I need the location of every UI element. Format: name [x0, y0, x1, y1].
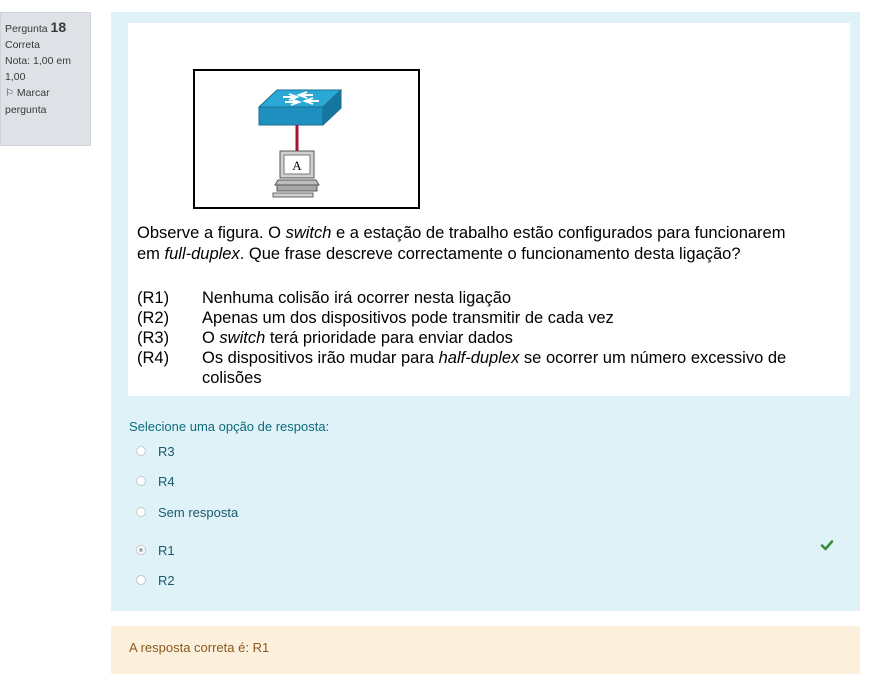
option-code: (R4) [137, 349, 170, 367]
answer-label: Sem resposta [158, 504, 239, 520]
correct-answer-feedback: A resposta correta é: R1 [111, 626, 860, 674]
flag-question-link[interactable]: ⚐ Marcar pergunta [5, 85, 86, 118]
answer-option-r1[interactable]: R1 [136, 540, 736, 560]
answer-option-r2[interactable]: R2 [136, 570, 736, 590]
flag-icon: ⚐ [5, 88, 14, 99]
question-label: Pergunta [5, 23, 48, 35]
option-code: (R3) [137, 329, 170, 347]
question-number: Pergunta 18 [5, 19, 86, 37]
workstation-icon: A [272, 150, 320, 198]
question-text-box: A Observe a figura. O switch e a estação… [128, 23, 850, 396]
option-text: O switch terá prioridade para enviar dad… [202, 329, 513, 347]
question-info-panel: Pergunta 18 Correta Nota: 1,00 em 1,00 ⚐… [0, 12, 91, 146]
network-figure: A [193, 69, 420, 209]
option-r4: (R4) Os dispositivos irão mudar para hal… [137, 348, 849, 388]
option-code: (R2) [137, 309, 170, 327]
option-text: Os dispositivos irão mudar para half-dup… [202, 349, 787, 387]
option-list: (R1) Nenhuma colisão irá ocorrer nesta l… [137, 288, 849, 388]
switch-workstation-diagram: A [257, 88, 343, 198]
answer-label: R3 [158, 443, 175, 459]
answer-option-r3[interactable]: R3 [136, 441, 736, 461]
option-text: Apenas um dos dispositivos pode transmit… [202, 309, 614, 327]
radio-button[interactable] [136, 507, 146, 517]
question-text: Observe a figura. O switch e a estação d… [137, 224, 786, 263]
question-state: Correta [5, 39, 41, 51]
answer-option-no-answer[interactable]: Sem resposta [136, 502, 736, 522]
switch-icon [257, 88, 343, 127]
option-r3: (R3) O switch terá prioridade para envia… [137, 328, 849, 348]
option-code: (R1) [137, 289, 170, 307]
question-number-value: 18 [50, 19, 67, 35]
answer-label: R1 [158, 542, 175, 558]
station-label: A [292, 158, 302, 173]
answer-label: R4 [158, 473, 175, 489]
radio-button[interactable] [136, 446, 146, 456]
option-r2: (R2) Apenas um dos dispositivos pode tra… [137, 308, 849, 328]
answer-prompt: Selecione uma opção de resposta: [129, 419, 330, 434]
radio-button-selected[interactable] [136, 545, 146, 555]
option-text: Nenhuma colisão irá ocorrer nesta ligaçã… [202, 289, 512, 307]
option-r1: (R1) Nenhuma colisão irá ocorrer nesta l… [137, 288, 849, 308]
correct-check-icon [820, 540, 834, 551]
answer-option-r4[interactable]: R4 [136, 471, 736, 491]
question-grade: Nota: 1,00 em 1,00 [5, 55, 71, 83]
radio-button[interactable] [136, 575, 146, 585]
feedback-text: A resposta correta é: R1 [129, 640, 270, 655]
question-formulation: A Observe a figura. O switch e a estação… [111, 12, 860, 611]
radio-button[interactable] [136, 476, 146, 486]
answer-label: R2 [158, 572, 175, 588]
